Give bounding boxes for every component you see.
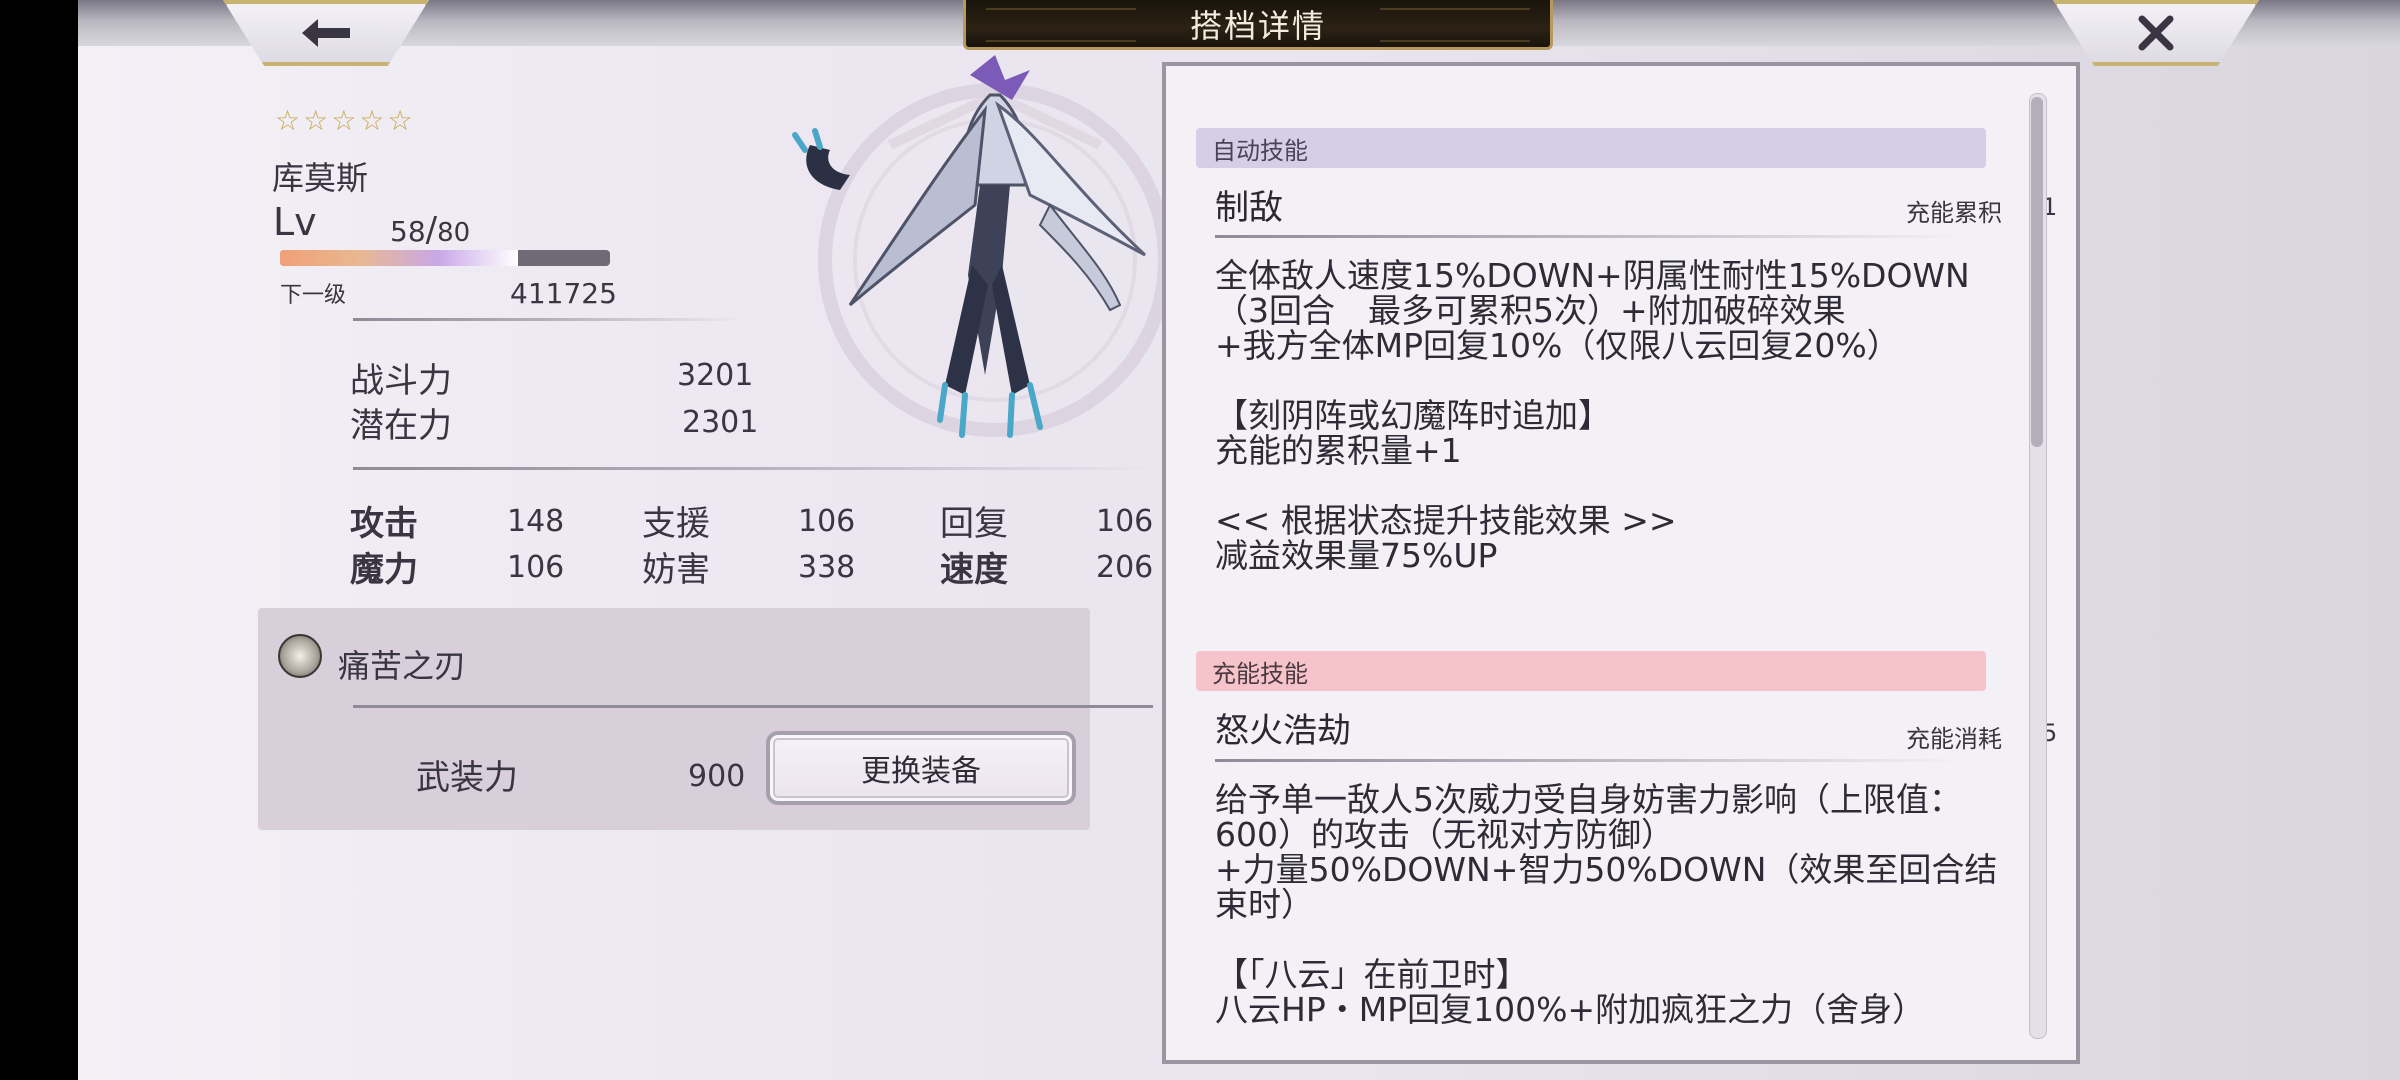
- charge-line: 给予单一敌人5次威力受自身妨害力影响（上限值：: [1215, 782, 1962, 819]
- magic-label: 魔力: [350, 550, 418, 590]
- auto-skill-header: 自动技能: [1196, 128, 1986, 168]
- back-button[interactable]: [223, 0, 429, 66]
- combat-power-label: 战斗力: [350, 361, 452, 401]
- attack-label: 攻击: [350, 504, 418, 544]
- xp-bar-fill: [280, 250, 518, 266]
- attack-value: 148: [507, 504, 565, 539]
- close-button[interactable]: [2053, 0, 2259, 66]
- skills-scrollbar-thumb[interactable]: [2031, 97, 2043, 447]
- star-icon: ☆: [359, 104, 385, 137]
- auto-line: （3回合 最多可累积5次）+附加破碎效果: [1215, 291, 1846, 330]
- auto-line: [1215, 363, 2005, 398]
- recovery-label: 回复: [940, 504, 1008, 544]
- auto-line: [1215, 468, 2005, 503]
- equipment-gear-icon: [278, 634, 322, 678]
- auto-skill-description: 全体敌人速度15%DOWN+阴属性耐性15%DOWN （3回合 最多可累积5次）+…: [1215, 258, 2005, 573]
- star-icon: ☆: [387, 104, 413, 137]
- charge-line: 束时）: [1215, 885, 1314, 924]
- character-portrait: [792, 55, 1172, 438]
- hinder-label: 妨害: [642, 550, 710, 590]
- magic-value: 106: [507, 550, 565, 585]
- auto-line: 充能的累积量+1: [1215, 431, 1462, 470]
- charge-line: 八云HP・MP回复100%+附加疯狂之力（舍身）: [1215, 990, 1926, 1029]
- charge-line: +力量50%DOWN+智力50%DOWN（效果至回合结: [1215, 850, 1998, 889]
- speed-value: 206: [1096, 550, 1154, 585]
- star-icon: ☆: [275, 104, 301, 137]
- auto-line: << 根据状态提升技能效果 >>: [1215, 501, 1677, 540]
- auto-skill-name: 制敌: [1215, 188, 1283, 228]
- auto-skill-meta-label: 充能累积: [1906, 199, 2002, 227]
- armament-value: 900: [688, 759, 746, 794]
- charge-skill-header: 充能技能: [1196, 651, 1986, 691]
- max-level: 80: [437, 218, 471, 248]
- current-level: 58: [390, 215, 426, 248]
- auto-line: 减益效果量75%UP: [1215, 536, 1498, 575]
- star-icon: ☆: [303, 104, 329, 137]
- hinder-value: 338: [798, 550, 856, 585]
- equipment-name: 痛苦之刃: [338, 647, 467, 685]
- divider: [1215, 235, 1965, 238]
- close-icon: [2138, 15, 2174, 51]
- xp-bar: [280, 250, 610, 266]
- star-icon: ☆: [331, 104, 357, 137]
- charge-skill-meta-label: 充能消耗: [1906, 725, 2002, 753]
- change-equipment-button[interactable]: 更换装备: [766, 731, 1076, 805]
- armament-label: 武装力: [416, 758, 518, 798]
- auto-line: 全体敌人速度15%DOWN+阴属性耐性15%DOWN: [1215, 256, 1970, 295]
- charge-line: [1215, 922, 2005, 957]
- recovery-value: 106: [1096, 504, 1154, 539]
- divider: [353, 705, 1153, 708]
- auto-line: +我方全体MP回复10%（仅限八云回复20%）: [1215, 326, 1900, 365]
- divider: [353, 318, 743, 321]
- support-value: 106: [798, 504, 856, 539]
- auto-line: 【刻阴阵或幻魔阵时追加】: [1215, 396, 1611, 435]
- page-title: 搭档详情: [963, 0, 1553, 50]
- level-separator: /: [425, 210, 438, 250]
- next-level-value: 411725: [510, 277, 617, 310]
- charge-skill-description: 给予单一敌人5次威力受自身妨害力影响（上限值： 600）的攻击（无视对方防御） +力…: [1215, 782, 2005, 1040]
- potential-label: 潜在力: [350, 406, 452, 446]
- support-label: 支援: [642, 504, 710, 544]
- speed-label: 速度: [940, 550, 1008, 590]
- charge-line: 600）的攻击（无视对方防御）: [1215, 815, 1674, 854]
- divider: [1215, 759, 1965, 762]
- charge-line: 【「八云」在前卫时】: [1215, 955, 1529, 994]
- character-name: 库莫斯: [272, 159, 369, 197]
- charge-skill-name: 怒火浩劫: [1215, 711, 1351, 751]
- next-level-label: 下一级: [280, 283, 347, 308]
- rarity-stars: ☆ ☆ ☆ ☆ ☆: [275, 104, 413, 137]
- back-arrow-icon: [302, 19, 350, 47]
- level-label: Lv: [273, 200, 317, 244]
- level-value: 58/80: [390, 210, 470, 250]
